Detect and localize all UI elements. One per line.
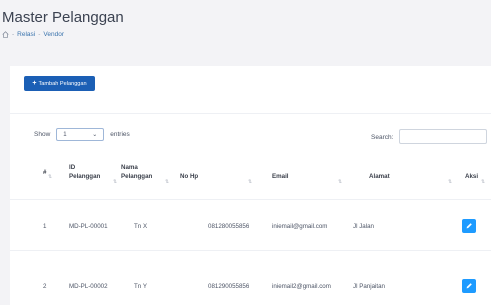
column-header-alamat[interactable]: Alamat xyxy=(369,172,390,181)
column-header-nama[interactable]: Nama Pelanggan xyxy=(121,163,152,181)
edit-button[interactable] xyxy=(462,219,476,233)
cell-alamat: Jl Panjaitan xyxy=(353,283,385,290)
column-header-aksi[interactable]: Aksi xyxy=(465,172,478,181)
home-icon[interactable] xyxy=(2,31,9,38)
plus-icon: + xyxy=(32,80,37,87)
add-customer-label: Tambah Pelanggan xyxy=(38,80,87,87)
cell-no: 1 xyxy=(43,223,47,230)
breadcrumb: - Relasi - Vendor xyxy=(2,31,64,38)
pencil-icon xyxy=(466,283,472,289)
search-input[interactable] xyxy=(399,129,487,144)
column-header-no[interactable]: # xyxy=(43,168,46,177)
breadcrumb-item-vendor[interactable]: Vendor xyxy=(43,31,64,38)
pencil-icon xyxy=(466,223,472,229)
sort-icon[interactable]: ⇅ xyxy=(338,179,342,185)
sort-icon[interactable]: ⇅ xyxy=(248,179,252,185)
cell-id: MD-PL-00001 xyxy=(69,223,108,230)
search-label: Search: xyxy=(371,134,394,141)
cell-email: iniemail2@gmail.com xyxy=(272,283,331,290)
entries-value: 1 xyxy=(63,131,67,138)
entries-control: Show 1 ⌄ entries xyxy=(34,128,130,141)
cell-hp: 081280055856 xyxy=(208,223,250,230)
table-header: # ⇅ ID Pelanggan ⇅ Nama Pelanggan ⇅ No H… xyxy=(10,150,491,200)
column-header-hp[interactable]: No Hp xyxy=(180,172,198,181)
breadcrumb-separator: - xyxy=(12,31,15,38)
show-label: Show xyxy=(34,131,51,138)
entries-label: entries xyxy=(110,131,130,138)
cell-hp: 081290055856 xyxy=(208,283,250,290)
page-background-strip xyxy=(0,100,10,305)
sort-icon[interactable]: ⇅ xyxy=(165,179,169,185)
cell-nama: Tn X xyxy=(134,223,148,230)
cell-id: MD-PL-00002 xyxy=(69,283,108,290)
breadcrumb-item-relasi[interactable]: Relasi xyxy=(17,31,35,38)
sort-icon[interactable]: ⇅ xyxy=(448,179,452,185)
entries-select[interactable]: 1 ⌄ xyxy=(56,128,105,141)
sort-icon[interactable]: ⇅ xyxy=(481,179,485,185)
breadcrumb-separator: - xyxy=(38,31,41,38)
row-divider xyxy=(10,250,491,251)
column-header-id[interactable]: ID Pelanggan xyxy=(69,163,100,181)
cell-alamat: Jl Jalan xyxy=(353,223,374,230)
add-customer-button[interactable]: + Tambah Pelanggan xyxy=(24,76,95,91)
column-header-email[interactable]: Email xyxy=(272,172,289,181)
cell-no: 2 xyxy=(43,283,47,290)
row-divider xyxy=(10,199,491,200)
page-title: Master Pelanggan xyxy=(2,9,124,26)
cell-email: iniemail@gmail.com xyxy=(272,223,328,230)
cell-nama: Tn Y xyxy=(134,283,147,290)
sort-icon[interactable]: ⇅ xyxy=(113,179,117,185)
section-divider xyxy=(10,113,491,114)
chevron-down-icon: ⌄ xyxy=(92,132,98,138)
sort-icon[interactable]: ⇅ xyxy=(48,174,52,180)
edit-button[interactable] xyxy=(462,279,476,293)
